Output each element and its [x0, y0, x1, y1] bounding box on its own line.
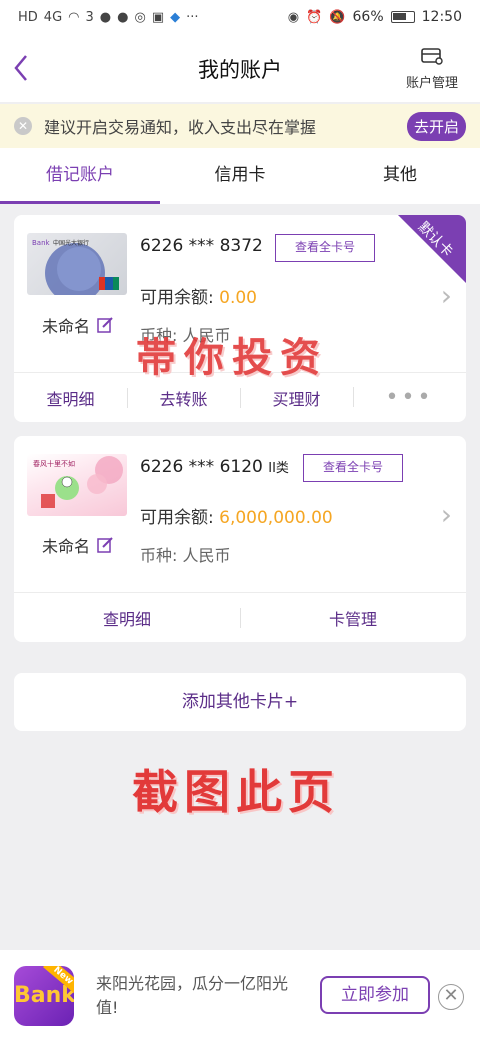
view-details-button[interactable]: 查明细 — [14, 606, 240, 630]
chevron-left-icon — [14, 55, 27, 81]
default-card-ribbon: 默认卡 — [398, 215, 466, 283]
clock: 12:50 — [421, 9, 462, 25]
available-balance: 可用余额: 6,000,000.00 — [140, 503, 333, 528]
debit-card-2[interactable]: 春风十里不如 未命名 6226 *** 6120 II类 查看全卡号 可用余额:… — [14, 436, 466, 642]
card-actions: 查明细 卡管理 — [14, 592, 466, 642]
more-icon[interactable]: ••• — [353, 385, 466, 410]
bank-card-image: 春风十里不如 — [27, 454, 127, 516]
bank-app-logo: Bank New — [14, 966, 74, 1026]
edit-icon[interactable] — [96, 316, 114, 334]
back-button[interactable] — [8, 50, 38, 86]
svg-text:Bank: Bank — [32, 239, 51, 247]
eye-icon: ◉ — [287, 9, 300, 25]
account-tabs: 借记账户 信用卡 其他 — [0, 148, 480, 204]
wifi-number: 3 — [85, 9, 94, 25]
tab-other[interactable]: 其他 — [320, 148, 480, 204]
more-notifications-icon: ··· — [186, 9, 199, 25]
card-name-label: 未命名 — [42, 317, 91, 336]
bank-card-image: Bank 中国光大银行 — [27, 233, 127, 295]
card-number: 6226 *** 6120 II类 — [140, 457, 289, 477]
battery-percent: 66% — [352, 9, 384, 25]
transfer-button[interactable]: 去转账 — [127, 386, 240, 410]
account-management-label: 账户管理 — [405, 76, 458, 91]
close-icon[interactable]: ✕ — [438, 984, 464, 1010]
card-number-text: 6226 *** 8372 — [140, 236, 263, 256]
account-management-button[interactable]: 账户管理 — [402, 46, 462, 91]
view-full-number-button[interactable]: 查看全卡号 — [303, 454, 403, 482]
photo-icon: ▣ — [151, 9, 165, 25]
chat-icon: ● — [99, 9, 112, 25]
currency: 币种: 人民币 — [140, 546, 231, 565]
battery-icon — [390, 11, 415, 23]
status-bar: HD 4G ◠ 3 ● ● ◎ ▣ ◆ ··· ◉ ⏰ 🔕 66% 12:50 — [0, 0, 480, 34]
card-name-label: 未命名 — [42, 537, 91, 556]
header: 我的账户 账户管理 — [0, 34, 480, 102]
promo-text: 来阳光花园，瓜分一亿阳光值! — [96, 974, 289, 1017]
svg-text:中国光大银行: 中国光大银行 — [53, 239, 89, 247]
enable-notification-button[interactable]: 去开启 — [406, 111, 466, 141]
promo-banner: Bank New 来阳光花园，瓜分一亿阳光值! 立即参加 ✕ — [0, 950, 480, 1040]
alarm-icon: ⏰ — [306, 9, 323, 25]
card-management-button[interactable]: 卡管理 — [240, 606, 466, 630]
currency: 币种: 人民币 — [140, 326, 231, 345]
card-actions: 查明细 去转账 买理财 ••• — [14, 372, 466, 422]
close-icon[interactable]: ✕ — [14, 117, 32, 135]
card-name[interactable]: 未命名 — [42, 313, 114, 337]
balance-amount: 0.00 — [219, 288, 257, 308]
notification-banner: ✕ 建议开启交易通知，收入支出尽在掌握 去开启 — [0, 104, 480, 148]
card-number: 6226 *** 8372 — [140, 236, 263, 256]
hd-icon: HD — [18, 9, 38, 25]
status-right: ◉ ⏰ 🔕 66% 12:50 — [288, 9, 462, 25]
status-left: HD 4G ◠ 3 ● ● ◎ ▣ ◆ ··· — [18, 10, 199, 25]
mute-icon: 🔕 — [329, 9, 346, 25]
app-icon: ◎ — [134, 9, 146, 25]
browser-icon: ◆ — [170, 9, 181, 25]
view-full-number-button[interactable]: 查看全卡号 — [275, 234, 375, 262]
join-now-button[interactable]: 立即参加 — [320, 976, 430, 1014]
notice-text: 建议开启交易通知，收入支出尽在掌握 — [44, 118, 317, 137]
logo-text: Bank — [14, 983, 74, 1008]
chevron-right-icon[interactable]: › — [441, 498, 452, 531]
ribbon-label: 默认卡 — [414, 219, 456, 261]
balance-amount: 6,000,000.00 — [219, 508, 333, 528]
card-name[interactable]: 未命名 — [42, 533, 114, 557]
balance-label: 可用余额: — [140, 288, 220, 308]
available-balance: 可用余额: 0.00 — [140, 283, 257, 308]
view-details-button[interactable]: 查明细 — [14, 386, 127, 410]
tab-debit-account[interactable]: 借记账户 — [0, 148, 160, 204]
network-label: 4G — [43, 9, 63, 25]
wifi-icon: ◠ — [68, 9, 80, 25]
edit-icon[interactable] — [96, 536, 114, 554]
card-class: II类 — [268, 461, 289, 476]
buy-wealth-button[interactable]: 买理财 — [240, 386, 353, 410]
chevron-right-icon[interactable]: › — [441, 279, 452, 312]
balance-label: 可用余额: — [140, 508, 220, 528]
add-other-card-button[interactable]: 添加其他卡片+ — [14, 673, 466, 731]
message-icon: ● — [117, 9, 129, 25]
debit-card-1[interactable]: Bank 中国光大银行 未命名 6226 *** 8372 查看全卡号 可用余额… — [14, 215, 466, 422]
tab-credit-card[interactable]: 信用卡 — [160, 148, 320, 204]
svg-text:春风十里不如: 春风十里不如 — [33, 459, 75, 468]
watermark-text: 截图此页 — [132, 765, 340, 819]
wallet-gear-icon — [421, 48, 443, 65]
card-number-text: 6226 *** 6120 — [140, 457, 263, 477]
